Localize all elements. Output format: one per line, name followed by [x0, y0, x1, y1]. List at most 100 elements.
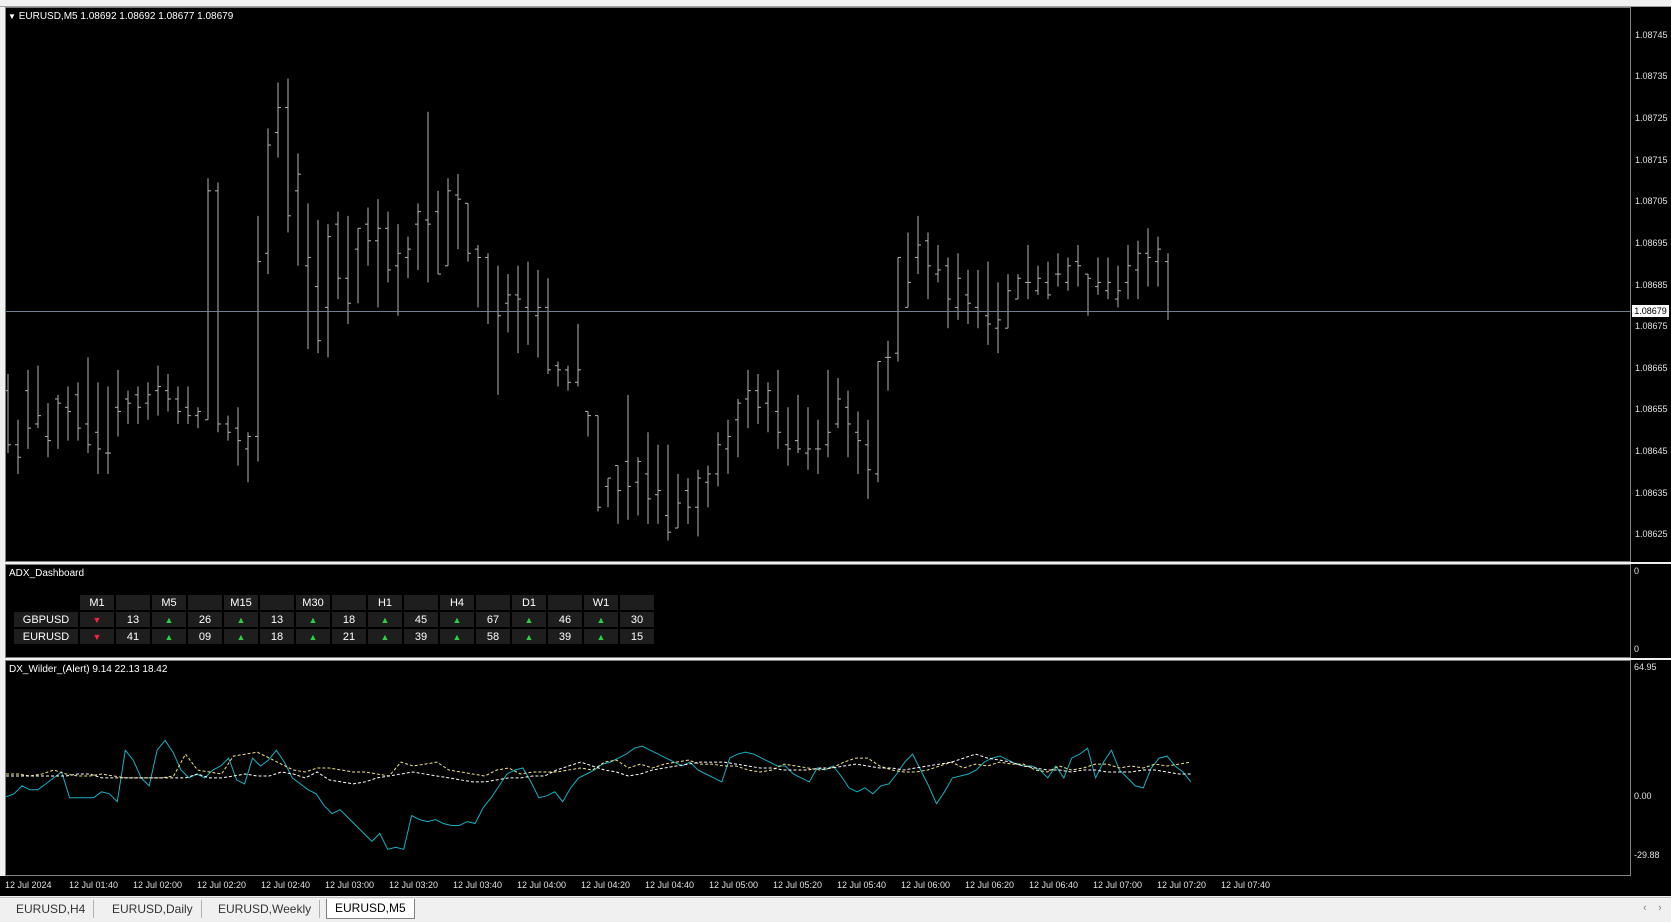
- ohlc-bar: [285, 78, 291, 233]
- ohlc-bar: [735, 398, 741, 458]
- ohlc-bar: [685, 478, 691, 524]
- time-tick-label: 12 Jul 05:00: [709, 880, 759, 890]
- timeframe-header: M30: [296, 595, 330, 610]
- ohlc-bar: [525, 261, 531, 345]
- price-tick-label: 1.08715: [1635, 154, 1668, 165]
- ohlc-bar: [445, 178, 451, 267]
- price-tick-label: 1.08685: [1635, 279, 1668, 290]
- ohlc-bar: [555, 361, 561, 387]
- direction-cell: ▲: [584, 612, 618, 627]
- time-tick-label: 12 Jul 01:40: [69, 880, 119, 890]
- ohlc-bar: [1055, 253, 1061, 287]
- ohlc-bar: [1135, 240, 1141, 300]
- time-tick-label: 12 Jul 07:40: [1221, 880, 1271, 890]
- tab-eurusd-weekly[interactable]: EURUSD,Weekly: [210, 900, 321, 918]
- direction-cell: ▲: [224, 629, 258, 644]
- ohlc-bar: [775, 369, 781, 449]
- timeframe-header-spacer: [116, 595, 150, 610]
- ohlc-bar: [165, 374, 171, 412]
- time-tick-label: 12 Jul 04:00: [517, 880, 567, 890]
- ohlc-bar: [305, 203, 311, 350]
- timeframe-header: H4: [440, 595, 474, 610]
- ohlc-bar: [465, 202, 471, 262]
- ohlc-bar: [935, 244, 941, 283]
- ohlc-bar: [385, 211, 391, 283]
- ohlc-bar: [475, 244, 481, 308]
- dx-indicator-pane[interactable]: DX_Wilder_(Alert) 9.14 22.13 18.42: [5, 660, 1631, 876]
- timeframe-header: M5: [152, 595, 186, 610]
- tab-eurusd-daily[interactable]: EURUSD,Daily: [104, 900, 202, 918]
- timeframe-header-spacer: [260, 595, 294, 610]
- ohlc-bar: [955, 253, 961, 320]
- chevron-left-icon[interactable]: ‹: [1643, 902, 1647, 914]
- ohlc-bar: [405, 236, 411, 279]
- ohlc-bar: [925, 232, 931, 300]
- price-tick-label: 1.08675: [1635, 321, 1668, 332]
- tab-eurusd-h4[interactable]: EURUSD,H4: [8, 900, 95, 918]
- arrow-up-icon: ▲: [452, 614, 462, 625]
- ohlc-bar: [105, 386, 111, 474]
- adx-dashboard-pane[interactable]: ADX_Dashboard M1 M5 M15 M30 H1 H4 D1 W1 GBPUSD ▼ 1…: [5, 564, 1631, 658]
- ohlc-bar: [245, 432, 251, 483]
- ohlc-bar: [575, 324, 581, 387]
- arrow-up-icon: ▲: [236, 631, 246, 642]
- direction-cell: ▼: [80, 612, 114, 627]
- ohlc-bar: [15, 419, 21, 474]
- adx-value-cell: 41: [116, 629, 150, 644]
- time-tick-label: 12 Jul 02:00: [133, 880, 183, 890]
- ohlc-bar: [1085, 273, 1091, 316]
- ohlc-bar: [905, 232, 911, 308]
- symbol-label: GBPUSD: [14, 612, 78, 627]
- ohlc-bar: [635, 457, 641, 516]
- table-row: EURUSD ▼ 41 ▲ 09 ▲ 18 ▲ 21 ▲ 39 ▲ 58 ▲ 39 ▲ 15: [14, 629, 654, 644]
- ohlc-bar: [235, 407, 241, 466]
- tab-eurusd-m5[interactable]: EURUSD,M5: [326, 899, 415, 919]
- price-chart-pane[interactable]: ▼ EURUSD,M5 1.08692 1.08692 1.08677 1.08…: [5, 7, 1631, 562]
- time-tick-label: 12 Jul 07:20: [1157, 880, 1207, 890]
- ohlc-bar: [995, 282, 1001, 354]
- ohlc-bar: [945, 257, 951, 329]
- ohlc-bar: [1095, 257, 1101, 295]
- timeframe-header-spacer: [332, 595, 366, 610]
- ohlc-bar: [205, 178, 211, 421]
- adx-value-cell: 45: [404, 612, 438, 627]
- ohlc-bar: [265, 128, 271, 275]
- ohlc-bar: [125, 390, 131, 424]
- ohlc-bar: [695, 469, 701, 537]
- ohlc-bar: [135, 386, 141, 424]
- dx-tick-label: -29.88: [1634, 850, 1660, 860]
- ohlc-bar: [495, 265, 501, 395]
- ohlc-chart: [6, 78, 1630, 541]
- arrow-up-icon: ▲: [236, 614, 246, 625]
- arrow-up-icon: ▲: [308, 631, 318, 642]
- timeframe-header-spacer: [476, 595, 510, 610]
- ohlc-bar: [585, 410, 591, 437]
- ohlc-bar: [675, 473, 681, 529]
- ohlc-bar: [665, 444, 671, 541]
- ohlc-bar: [85, 357, 91, 454]
- ohlc-bar: [145, 382, 151, 420]
- price-axis: 1.08745 1.08735 1.08725 1.08715 1.08705 1.086…: [1631, 7, 1671, 562]
- dx-axis: 64.95 0.00 -29.88: [1631, 660, 1671, 876]
- time-tick-label: 12 Jul 05:40: [837, 880, 887, 890]
- arrow-up-icon: ▲: [164, 631, 174, 642]
- dx-tick-label: 0.00: [1634, 790, 1652, 801]
- chevron-right-icon[interactable]: ›: [1658, 902, 1662, 914]
- time-tick-label: 12 Jul 03:00: [325, 880, 375, 890]
- timeframe-header: H1: [368, 595, 402, 610]
- time-tick-label: 12 Jul 02:40: [261, 880, 311, 890]
- ohlc-bar: [485, 253, 491, 325]
- dashboard-axis: 0 0: [1631, 564, 1671, 658]
- price-tick-label: 1.08645: [1635, 446, 1668, 457]
- adx-value-cell: 46: [548, 612, 582, 627]
- ohlc-bar: [1165, 253, 1171, 320]
- timeframe-header: W1: [584, 595, 618, 610]
- timeframe-header-spacer: [188, 595, 222, 610]
- arrow-up-icon: ▲: [164, 614, 174, 625]
- ohlc-bar: [825, 369, 831, 458]
- price-tick-label: 1.08725: [1635, 113, 1668, 124]
- ohlc-bar: [705, 465, 711, 508]
- ohlc-bar: [225, 415, 231, 441]
- triangle-down-icon[interactable]: ▼: [8, 12, 16, 21]
- price-tick-label: 1.08745: [1635, 29, 1668, 40]
